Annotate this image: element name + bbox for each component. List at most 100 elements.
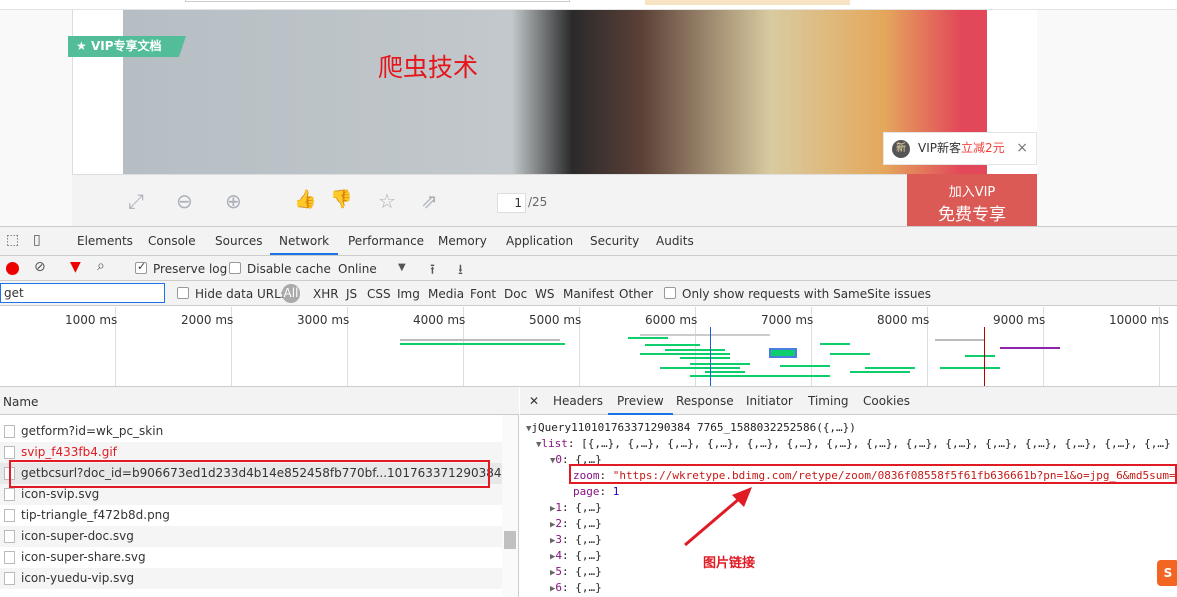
document-viewer: 爬虫技术 ★ VIP专享文档 ⤢ ⊖ ⊕ 👍 👎 ☆ ⇗ 1 /25 加入VIP… xyxy=(0,0,1177,226)
zoom-in-icon[interactable]: ⊕ xyxy=(225,189,242,213)
site-search-box[interactable] xyxy=(185,0,570,2)
network-overview-timeline[interactable]: 1000 ms 2000 ms 3000 ms 4000 ms 5000 ms 6000 … xyxy=(0,307,1177,387)
tab-response[interactable]: Response xyxy=(676,394,734,408)
file-icon xyxy=(4,509,15,522)
tab-headers[interactable]: Headers xyxy=(553,394,603,408)
search-icon[interactable]: ⌕ xyxy=(97,258,105,274)
chevron-down-icon[interactable]: ▼ xyxy=(398,262,406,273)
preserve-log-label: Preserve log xyxy=(153,262,228,276)
star-icon[interactable]: ☆ xyxy=(378,189,396,213)
disable-cache-label: Disable cache xyxy=(247,262,331,276)
request-row[interactable]: icon-yuedu-vip.svg xyxy=(0,568,502,589)
tab-memory[interactable]: Memory xyxy=(438,234,487,248)
filter-type-media[interactable]: Media xyxy=(428,287,464,301)
timeline-tick-label: 6000 ms xyxy=(645,313,698,327)
scrollbar-thumb[interactable] xyxy=(504,531,516,549)
filter-type-css[interactable]: CSS xyxy=(367,287,391,301)
annotation-label: 图片链接 xyxy=(703,556,756,571)
json-item[interactable]: ▶5: {,…} xyxy=(550,565,602,578)
highlight-request-box xyxy=(9,460,490,488)
json-root-label: jQuery110101763371290384 7765_1588032252… xyxy=(531,421,856,434)
json-item[interactable]: ▶3: {,…} xyxy=(550,533,602,546)
record-icon[interactable] xyxy=(6,262,19,275)
json-item[interactable]: ▶6: {,…} xyxy=(550,581,602,594)
scrollbar[interactable] xyxy=(502,415,518,597)
samesite-label: Only show requests with SameSite issues xyxy=(682,287,932,301)
request-row[interactable]: tip-triangle_f472b8d.png xyxy=(0,505,502,526)
filter-input[interactable]: get xyxy=(0,283,165,303)
timeline-request-bar xyxy=(940,367,1000,369)
top-banner[interactable] xyxy=(645,0,850,5)
zoom-out-icon[interactable]: ⊖ xyxy=(176,189,193,213)
disable-cache-checkbox[interactable] xyxy=(229,262,241,274)
tab-elements[interactable]: Elements xyxy=(77,234,133,248)
tab-sources[interactable]: Sources xyxy=(215,234,262,248)
filter-type-font[interactable]: Font xyxy=(470,287,496,301)
filter-type-other[interactable]: Other xyxy=(619,287,653,301)
request-row[interactable]: icon-super-doc.svg xyxy=(0,526,502,547)
tab-cookies[interactable]: Cookies xyxy=(863,394,910,408)
item-value: {,…} xyxy=(575,549,602,562)
fullscreen-icon[interactable]: ⤢ xyxy=(128,189,144,213)
export-har-icon[interactable]: ⭳ xyxy=(458,259,463,283)
thumbs-up-icon[interactable]: 👍 xyxy=(294,189,316,210)
throttling-select[interactable]: Online xyxy=(338,262,377,276)
json-item[interactable]: ▶2: {,…} xyxy=(550,517,602,530)
request-name: icon-svip.svg xyxy=(21,487,100,501)
timeline-request-bar xyxy=(865,367,915,369)
filter-type-all[interactable]: All xyxy=(282,284,300,303)
tab-security[interactable]: Security xyxy=(590,234,639,248)
filter-type-doc[interactable]: Doc xyxy=(504,287,527,301)
samesite-checkbox[interactable] xyxy=(664,287,676,299)
request-row[interactable]: icon-super-share.svg xyxy=(0,547,502,568)
json-item[interactable]: ▶1: {,…} xyxy=(550,501,602,514)
tab-application[interactable]: Application xyxy=(506,234,573,248)
timeline-tick-label: 8000 ms xyxy=(877,313,930,327)
item-value: {,…} xyxy=(575,581,602,594)
item-key: 2 xyxy=(555,517,563,530)
filter-icon[interactable]: ▼ xyxy=(70,259,81,275)
tab-preview[interactable]: Preview xyxy=(608,394,673,415)
tab-network[interactable]: Network xyxy=(270,234,339,255)
thumbs-down-icon[interactable]: 👎 xyxy=(330,189,352,210)
filter-type-js[interactable]: JS xyxy=(346,287,357,301)
tab-audits[interactable]: Audits xyxy=(656,234,694,248)
json-list[interactable]: ▼list: [{,…}, {,…}, {,…}, {,…}, {,…}, {,… xyxy=(536,437,1171,450)
tab-timing[interactable]: Timing xyxy=(808,394,849,408)
import-har-icon[interactable]: ⭱ xyxy=(430,259,435,283)
promo-text-main: VIP新客 xyxy=(918,141,961,155)
join-vip-button[interactable]: 加入VIP 免费专享 xyxy=(907,174,1037,226)
list-key: list xyxy=(541,437,568,450)
json-item[interactable]: ▶4: {,…} xyxy=(550,549,602,562)
filter-type-manifest[interactable]: Manifest xyxy=(563,287,614,301)
tab-performance[interactable]: Performance xyxy=(348,234,424,248)
new-badge: 新 xyxy=(892,140,910,158)
inspect-element-icon[interactable]: ⬚ xyxy=(6,232,19,248)
close-icon[interactable]: × xyxy=(1016,133,1028,164)
network-toolbar: ⊘ ▼ ⌕ Preserve log Disable cache Online … xyxy=(0,256,1177,281)
filter-type-ws[interactable]: WS xyxy=(535,287,554,301)
hide-data-urls-label: Hide data URLs xyxy=(195,287,288,301)
name-column-header[interactable]: Name xyxy=(0,387,519,415)
filter-type-img[interactable]: Img xyxy=(397,287,420,301)
clear-icon[interactable]: ⊘ xyxy=(34,259,46,275)
request-row[interactable]: getform?id=wk_pc_skin xyxy=(0,421,502,442)
preserve-log-checkbox[interactable] xyxy=(135,260,147,274)
share-icon[interactable]: ⇗ xyxy=(421,189,438,213)
tab-initiator[interactable]: Initiator xyxy=(746,394,793,408)
device-toolbar-icon[interactable]: ▯ xyxy=(33,232,41,248)
timeline-selected-bar[interactable] xyxy=(769,348,797,358)
item-key: 0 xyxy=(555,453,563,466)
json-root[interactable]: ▼jQuery110101763371290384 7765_158803225… xyxy=(526,421,856,434)
page-value: 1 xyxy=(612,485,620,498)
page-number-input[interactable]: 1 xyxy=(497,193,526,213)
close-detail-icon[interactable]: ✕ xyxy=(529,394,539,408)
timeline-request-bar xyxy=(690,363,750,365)
timeline-request-bar xyxy=(400,343,565,345)
filter-type-xhr[interactable]: XHR xyxy=(313,287,339,301)
timeline-tick-label: 10000 ms xyxy=(1109,313,1169,327)
hide-data-urls-checkbox[interactable] xyxy=(177,287,189,299)
detail-tabbar: ✕ Headers Preview Response Initiator Tim… xyxy=(520,387,1177,415)
tab-console[interactable]: Console xyxy=(148,234,196,248)
file-icon xyxy=(4,488,15,501)
